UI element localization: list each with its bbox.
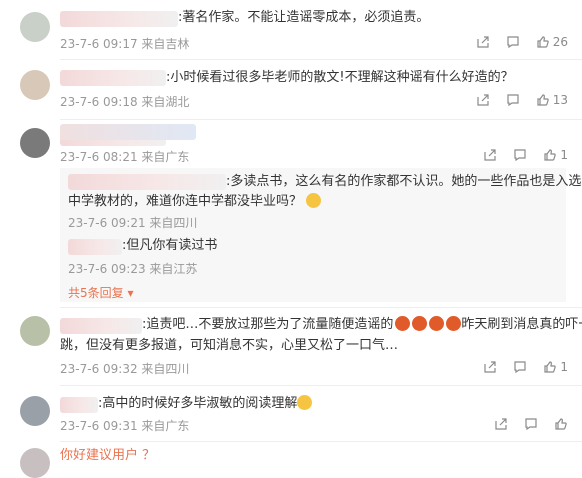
comment-actions: 1: [483, 148, 568, 162]
caret-down-icon: ▾: [127, 286, 134, 300]
share-icon: [484, 149, 496, 161]
comment-actions: 1: [483, 360, 568, 374]
comment-text-line1: :追责吧…不要放过那些为了流量随便造谣的 昨天刷到消息真的吓一: [142, 315, 582, 335]
like-icon: [544, 361, 557, 373]
like-button[interactable]: 26: [536, 35, 568, 49]
comment-button[interactable]: [513, 360, 527, 374]
like-icon: [544, 149, 557, 161]
share-button[interactable]: [483, 360, 497, 374]
like-button[interactable]: 13: [536, 93, 568, 107]
angry-emoji-icon: [446, 316, 462, 331]
crying-emoji-icon: [297, 395, 313, 410]
comment-actions: 13: [476, 93, 568, 107]
avatar[interactable]: [20, 396, 50, 426]
username-redacted[interactable]: [60, 124, 196, 140]
reply-meta: 23-7-6 09:21 来自四川: [68, 216, 198, 230]
comment-meta: 23-7-6 08:21 来自广东: [60, 150, 190, 164]
like-button[interactable]: 1: [543, 148, 568, 162]
comment-actions: [494, 417, 568, 431]
like-count: 26: [552, 35, 568, 49]
comment-button[interactable]: [506, 35, 520, 49]
more-replies-link[interactable]: 共5条回复 ▾: [68, 284, 134, 301]
avatar[interactable]: [20, 70, 50, 100]
like-icon: [555, 418, 567, 430]
username-redacted[interactable]: [60, 397, 98, 413]
share-icon: [495, 418, 507, 430]
comment-button[interactable]: [506, 93, 520, 107]
comment-text-line2: 跳，但没有更多报道，可知消息不实，心里又松了一口气…: [60, 338, 399, 353]
reply-username-redacted[interactable]: [68, 174, 226, 190]
avatar[interactable]: [20, 128, 50, 158]
share-icon: [477, 94, 489, 106]
like-icon: [537, 36, 549, 48]
comment-text-part2: 昨天刷到消息真的吓一: [461, 317, 582, 332]
username-redacted[interactable]: [60, 11, 178, 27]
reply-text-line1: :多读点书，这么有名的作家都不认识。她的一些作品也是入选了: [226, 174, 582, 189]
replies-box: :多读点书，这么有名的作家都不认识。她的一些作品也是入选了 中学教材的，难道你连…: [60, 168, 582, 302]
username-redacted[interactable]: [60, 70, 166, 86]
reply-meta: 23-7-6 09:23 来自江苏: [68, 262, 198, 276]
share-icon: [484, 361, 496, 373]
comment-icon: [514, 149, 526, 162]
comment-icon: [514, 361, 526, 374]
comment-text-content: :高中的时候好多毕淑敏的阅读理解: [98, 396, 298, 411]
comment-meta: 23-7-6 09:32 来自四川: [60, 362, 190, 376]
comment-actions: 26: [476, 35, 568, 49]
share-button[interactable]: [476, 35, 490, 49]
sweat-emoji-icon: [306, 193, 322, 208]
comment-button[interactable]: [524, 417, 538, 431]
like-icon: [537, 94, 549, 106]
share-button[interactable]: [494, 417, 508, 431]
avatar[interactable]: [20, 448, 50, 478]
share-button[interactable]: [476, 93, 490, 107]
divider: [60, 441, 582, 442]
partial-username[interactable]: 你好建议用户 ？: [60, 446, 155, 466]
comment-meta: 23-7-6 09:31 来自广东: [60, 419, 190, 433]
reply-text-line2: 中学教材的，难道你连中学都没毕业吗？: [68, 192, 322, 212]
angry-emoji-icon: [429, 316, 445, 331]
avatar[interactable]: [20, 316, 50, 346]
comment-text: :著名作家。不能让造谣零成本，必须追责。: [178, 10, 430, 25]
comment-icon: [507, 36, 519, 49]
comment-1: :著名作家。不能让造谣零成本，必须追责。 23-7-6 09:17 来自吉林 2…: [0, 0, 582, 60]
comment-text: :小时候看过很多毕老师的散文!不理解这种谣有什么好造的？: [166, 70, 514, 85]
comment-meta: 23-7-6 09:18 来自湖北: [60, 95, 190, 109]
share-icon: [477, 36, 489, 48]
angry-emoji-icon: [412, 316, 428, 331]
avatar[interactable]: [20, 12, 50, 42]
like-count: 1: [560, 148, 568, 162]
share-button[interactable]: [483, 148, 497, 162]
angry-emoji-icon: [395, 316, 411, 331]
comment-icon: [525, 418, 537, 431]
comment-meta: 23-7-6 09:17 来自吉林: [60, 37, 190, 51]
comment-icon: [507, 94, 519, 107]
comment-text: :高中的时候好多毕淑敏的阅读理解: [98, 394, 313, 414]
reply-text-line2-content: 中学教材的，难道你连中学都没毕业吗？: [68, 194, 303, 209]
reply-text: :但凡你有读过书: [122, 238, 218, 253]
comment-button[interactable]: [513, 148, 527, 162]
like-count: 13: [552, 93, 568, 107]
comment-5: :高中的时候好多毕淑敏的阅读理解 23-7-6 09:31 来自广东: [0, 386, 582, 442]
reply-username-redacted[interactable]: [68, 239, 122, 255]
like-button[interactable]: 1: [543, 360, 568, 374]
more-replies-label: 共5条回复: [68, 286, 124, 300]
comment-text-part1: :追责吧…不要放过那些为了流量随便造谣的: [142, 317, 394, 332]
like-button[interactable]: [554, 417, 568, 431]
comment-4: :追责吧…不要放过那些为了流量随便造谣的 昨天刷到消息真的吓一 跳，但没有更多报道…: [0, 308, 582, 386]
comment-3: 23-7-6 08:21 来自广东 1 :多读点书，这么有名的作家都不认识。她的…: [0, 120, 582, 308]
comment-2: :小时候看过很多毕老师的散文!不理解这种谣有什么好造的？ 23-7-6 09:1…: [0, 60, 582, 146]
like-count: 1: [560, 360, 568, 374]
username-redacted[interactable]: [60, 318, 142, 334]
